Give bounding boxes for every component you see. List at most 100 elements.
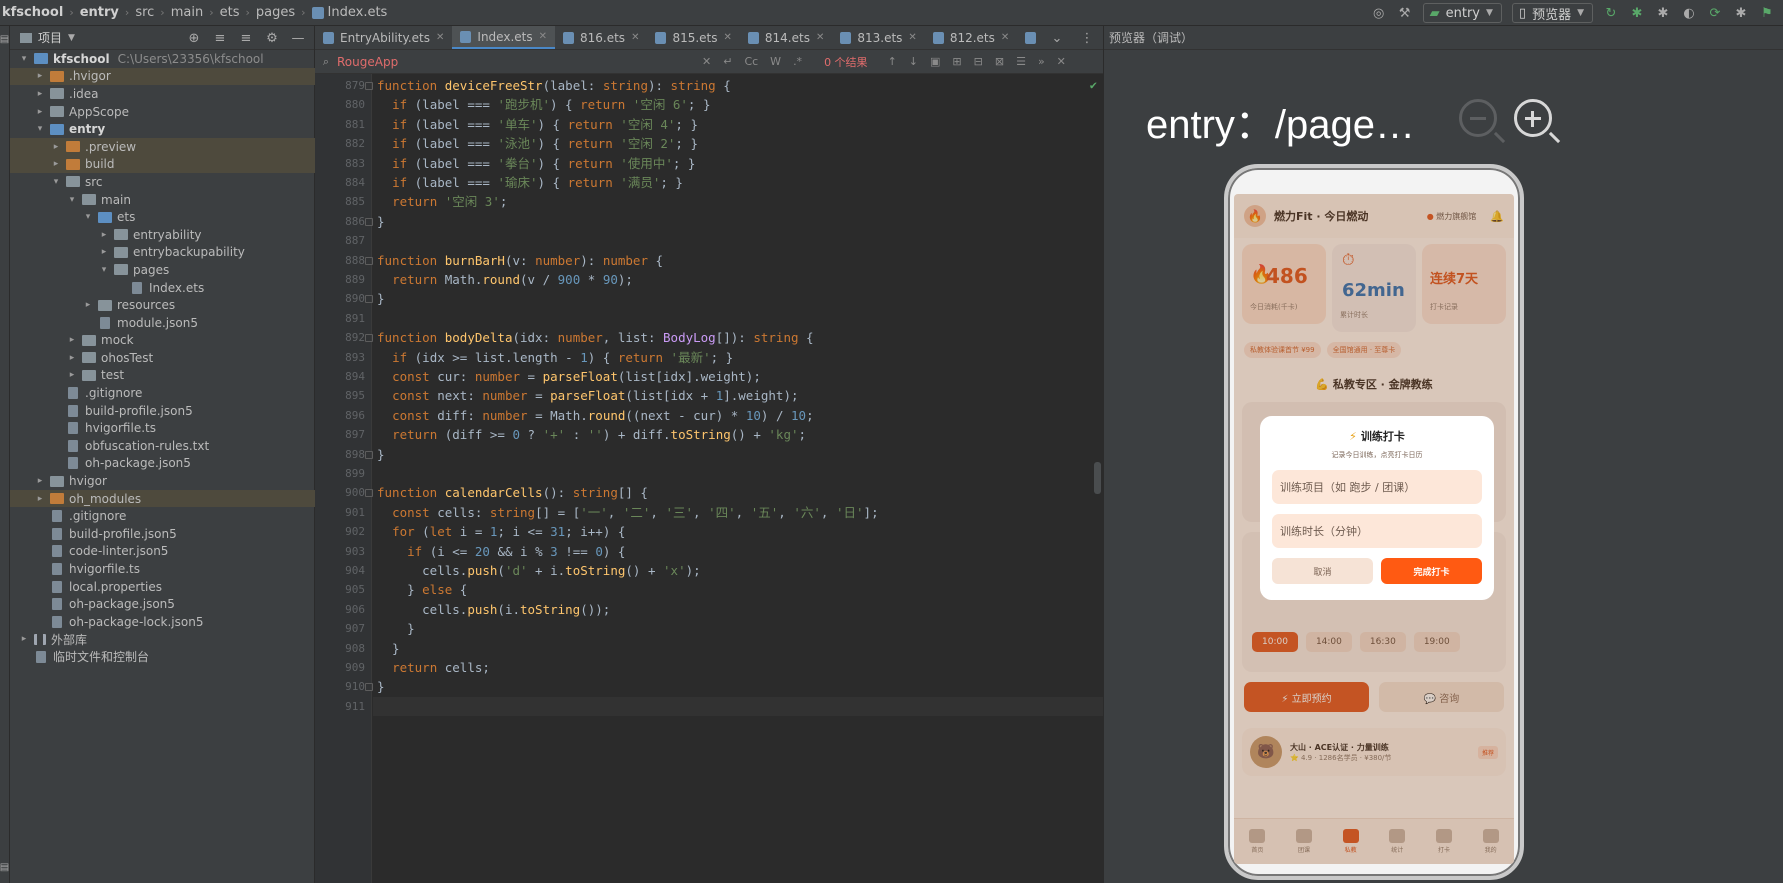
minimize-icon[interactable]: —	[290, 30, 306, 46]
cancel-button[interactable]: 取消	[1272, 558, 1373, 584]
profiler-icon[interactable]: ◐	[1681, 5, 1697, 21]
editor-tab[interactable]: 816.ets ✕	[555, 26, 647, 49]
editor-tab[interactable]: Index.ets ✕	[452, 26, 555, 49]
editor-tab[interactable]: 812.ets ✕	[925, 26, 1017, 49]
device-selector[interactable]: ▯ 预览器 ▼	[1511, 3, 1593, 23]
chevron-down-icon[interactable]: ▾	[66, 195, 78, 205]
tree-item[interactable]: ▸ 外部库	[10, 631, 315, 649]
breadcrumb-file[interactable]: Index.ets	[328, 5, 388, 20]
gear-icon[interactable]: ⚙	[264, 30, 280, 46]
fold-marker-icon[interactable]	[365, 450, 373, 459]
tree-item[interactable]: 临时文件和控制台	[10, 648, 315, 666]
chevron-down-icon[interactable]: ▾	[82, 212, 94, 222]
zoom-in-icon[interactable]	[1514, 99, 1552, 137]
fold-marker-icon[interactable]	[365, 82, 373, 90]
target-icon[interactable]: ◎	[1371, 5, 1387, 21]
arrow-down-icon[interactable]: ↓	[909, 55, 918, 68]
close-tab-icon[interactable]: ✕	[539, 31, 547, 42]
close-tab-icon[interactable]: ✕	[631, 32, 639, 43]
tree-item[interactable]: ▾ ets	[10, 208, 315, 226]
select-occurrences-icon[interactable]: ⊟	[974, 55, 983, 68]
tree-item[interactable]: ▸ test	[10, 367, 315, 385]
tree-item[interactable]: ▾ entry	[10, 120, 315, 138]
whole-word-toggle[interactable]: W	[770, 55, 781, 68]
tree-item[interactable]: build-profile.json5	[10, 525, 315, 543]
fold-marker-icon[interactable]	[365, 683, 373, 692]
select-all-occurrences-icon[interactable]: ▣	[930, 55, 940, 68]
more-vertical-icon[interactable]: ⋮	[1079, 30, 1095, 46]
editor-tab[interactable]: 815.ets ✕	[647, 26, 739, 49]
breadcrumb-ets[interactable]: ets	[220, 5, 240, 20]
tree-item[interactable]: .gitignore	[10, 384, 315, 402]
editor-tab[interactable]: 814.ets ✕	[740, 26, 832, 49]
fold-marker-icon[interactable]	[365, 489, 373, 498]
match-case-toggle[interactable]: Cc	[744, 55, 758, 68]
project-panel-title[interactable]: 项目	[38, 29, 62, 46]
clear-icon[interactable]: ✕	[702, 55, 711, 68]
tree-item[interactable]: module.json5	[10, 314, 315, 332]
tree-item[interactable]: code-linter.json5	[10, 543, 315, 561]
new-line-icon[interactable]: ↵	[723, 55, 732, 68]
tree-item[interactable]: ▸ hvigor	[10, 472, 315, 490]
chevron-right-icon[interactable]: ▸	[50, 159, 62, 169]
bookmarks-tool-button-icon[interactable]: ▤	[0, 862, 10, 873]
exclude-icon[interactable]: ⊠	[995, 55, 1004, 68]
chevron-right-icon[interactable]: ▸	[34, 71, 46, 81]
chevron-right-icon[interactable]: ▸	[34, 494, 46, 504]
tree-item[interactable]: ▸ ohosTest	[10, 349, 315, 367]
close-tab-icon[interactable]: ✕	[436, 32, 444, 43]
filter-icon[interactable]: ☰	[1016, 55, 1026, 68]
tree-item[interactable]: ▾ pages	[10, 261, 315, 279]
breadcrumb-src[interactable]: src	[135, 5, 154, 20]
tree-item[interactable]: ▾ kfschool C:\Users\23356\kfschool	[10, 50, 315, 68]
tree-item[interactable]: ▸ mock	[10, 332, 315, 350]
chevron-right-icon[interactable]: ▸	[98, 247, 110, 257]
add-occurrence-icon[interactable]: ⊞	[952, 55, 961, 68]
tree-item[interactable]: local.properties	[10, 578, 315, 596]
tree-item[interactable]: ▸ build	[10, 155, 315, 174]
chevron-right-icon[interactable]: ▸	[34, 476, 46, 486]
hammer-icon[interactable]: ⚒	[1397, 5, 1413, 21]
tree-item[interactable]: .gitignore	[10, 507, 315, 525]
breadcrumb-pages[interactable]: pages	[256, 5, 295, 20]
close-icon[interactable]: ✕	[1057, 55, 1066, 68]
sync-icon[interactable]: ⟳	[1707, 5, 1723, 21]
editor-tab[interactable]: EntryAbility.ets ✕	[315, 26, 452, 49]
fold-marker-icon[interactable]	[365, 295, 373, 304]
chevron-down-icon[interactable]: ⌄	[1049, 30, 1065, 46]
tree-item[interactable]: ▸ entryability	[10, 226, 315, 244]
expand-all-icon[interactable]: ≡	[212, 30, 228, 46]
tree-item[interactable]: ▾ src	[10, 173, 315, 191]
tree-item[interactable]: ▸ .hvigor	[10, 67, 315, 86]
attach-debugger-icon[interactable]: ✱	[1655, 5, 1671, 21]
search-icon[interactable]: ⌕	[315, 55, 337, 69]
regex-toggle[interactable]: .*	[793, 55, 802, 68]
project-tool-button-icon[interactable]: ▤	[0, 34, 10, 45]
tree-item[interactable]: ▸ AppScope	[10, 103, 315, 121]
module-selector[interactable]: ▰ entry ▼	[1422, 3, 1502, 23]
breadcrumb-main[interactable]: main	[171, 5, 203, 20]
fold-marker-icon[interactable]	[365, 217, 373, 226]
breadcrumb-entry[interactable]: entry	[80, 5, 119, 20]
tree-item[interactable]: ▸ entrybackupability	[10, 244, 315, 262]
breadcrumb-project[interactable]: kfschool	[2, 5, 63, 20]
tree-item[interactable]: oh-package-lock.json5	[10, 613, 315, 631]
arrow-up-icon[interactable]: ↑	[888, 55, 897, 68]
apply-changes-icon[interactable]: ⚑	[1759, 5, 1775, 21]
fold-marker-icon[interactable]	[365, 256, 373, 265]
tree-item[interactable]: obfuscation-rules.txt	[10, 437, 315, 455]
training-duration-input[interactable]: 训练时长（分钟）	[1272, 514, 1482, 548]
scrollbar[interactable]	[1094, 462, 1101, 494]
chevron-right-icon[interactable]: ▸	[66, 335, 78, 345]
editor-tab[interactable]: 813.ets ✕	[832, 26, 924, 49]
close-tab-icon[interactable]: ✕	[724, 32, 732, 43]
close-tab-icon[interactable]: ✕	[816, 32, 824, 43]
chevron-right-icon[interactable]: ▸	[34, 89, 46, 99]
collapse-all-icon[interactable]: ≡	[238, 30, 254, 46]
tree-item[interactable]: ▸ resources	[10, 296, 315, 314]
close-tab-icon[interactable]: ✕	[908, 32, 916, 43]
code-area[interactable]: 879 880 881 882 883 884 885 886 887 888 889 890 891 8…	[315, 74, 1103, 883]
locate-icon[interactable]: ⊕	[186, 30, 202, 46]
tree-item[interactable]: oh-package.json5	[10, 595, 315, 613]
tree-item[interactable]: ▾ main	[10, 191, 315, 209]
